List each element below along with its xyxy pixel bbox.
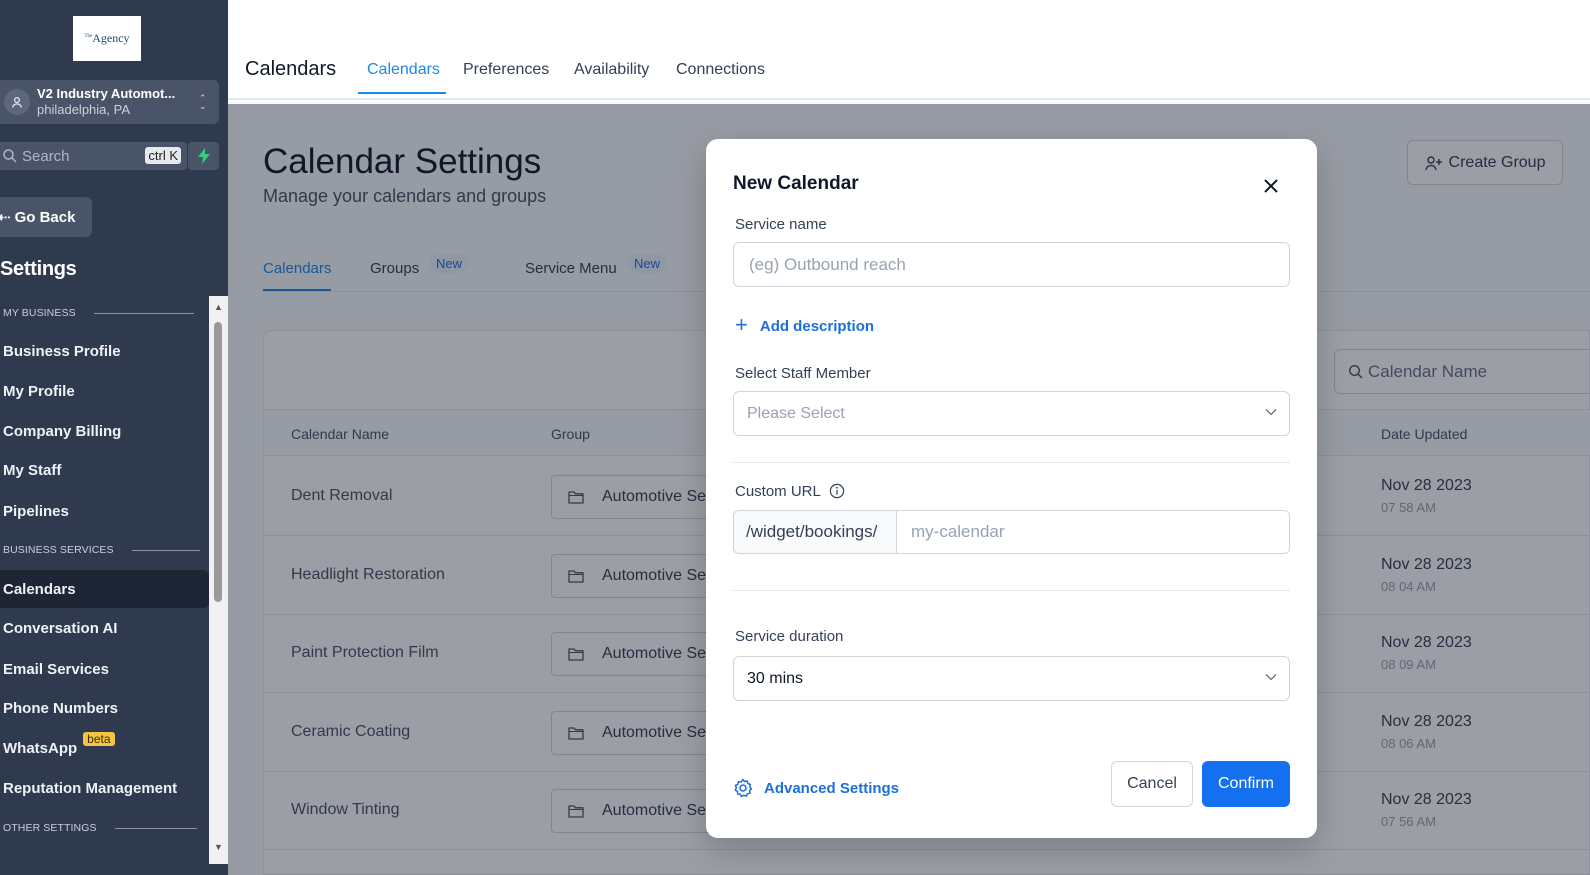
section-other-settings: OTHER SETTINGS [3, 822, 197, 834]
sidebar: TheAgency V2 Industry Automot... philade… [0, 0, 228, 875]
scroll-up-icon[interactable]: ▲ [214, 302, 223, 312]
confirm-button[interactable]: Confirm [1202, 761, 1290, 807]
section-my-business: MY BUSINESS [3, 307, 194, 319]
settings-title: Settings [0, 258, 77, 280]
active-tab-indicator [358, 92, 446, 94]
chevron-down-icon [1265, 674, 1277, 681]
search-icon [3, 149, 17, 163]
search-shortcut: ctrl K [145, 147, 181, 164]
sidebar-item-email-services[interactable]: Email Services [3, 661, 109, 678]
sidebar-scrollbar[interactable]: ▲ ▼ [209, 296, 228, 864]
tab-preferences[interactable]: Preferences [463, 61, 549, 79]
tab-availability[interactable]: Availability [574, 61, 649, 79]
go-back-label: Go Back [14, 208, 76, 226]
staff-member-label: Select Staff Member [735, 365, 871, 382]
sidebar-item-business-profile[interactable]: Business Profile [3, 343, 121, 360]
tab-calendars[interactable]: Calendars [367, 61, 440, 79]
account-switcher[interactable]: V2 Industry Automot... philadelphia, PA … [0, 80, 219, 124]
account-name: V2 Industry Automot... [37, 86, 176, 102]
add-description-label: Add description [759, 318, 875, 335]
url-prefix: /widget/bookings/ [734, 511, 897, 553]
sidebar-nav: MY BUSINESS Business Profile My Profile … [0, 296, 209, 875]
custom-url-label: Custom URL [735, 483, 821, 500]
add-description-button[interactable]: + Add description [735, 312, 875, 338]
beta-badge: beta [83, 732, 115, 746]
logo-text: TheAgency [84, 31, 130, 45]
new-calendar-modal: New Calendar Service name (eg) Outbound … [706, 139, 1317, 838]
sidebar-item-phone-numbers[interactable]: Phone Numbers [3, 700, 118, 717]
tab-connections[interactable]: Connections [676, 61, 765, 79]
section-business-services: BUSINESS SERVICES [3, 544, 200, 556]
search-placeholder: Search [22, 147, 70, 165]
close-icon[interactable] [1260, 175, 1282, 197]
advanced-settings-label: Advanced Settings [764, 779, 900, 797]
agency-logo[interactable]: TheAgency [73, 16, 141, 61]
divider [733, 462, 1290, 463]
sidebar-item-my-staff[interactable]: My Staff [3, 462, 61, 479]
service-duration-value: 30 mins [747, 669, 804, 687]
staff-member-select[interactable]: Please Select [733, 391, 1290, 436]
divider [733, 590, 1290, 591]
sidebar-item-pipelines[interactable]: Pipelines [3, 503, 69, 520]
quick-actions-button[interactable] [188, 142, 219, 170]
staff-member-placeholder: Please Select [747, 404, 845, 422]
scrollbar-thumb[interactable] [214, 322, 222, 602]
top-nav: Calendars Calendars Preferences Availabi… [228, 0, 1590, 100]
plus-icon: + [735, 312, 748, 337]
location-icon [4, 89, 30, 115]
lightning-icon [197, 148, 210, 164]
sidebar-item-label: Calendars [3, 580, 76, 598]
chevron-down-icon [1265, 409, 1277, 416]
modal-title: New Calendar [733, 173, 859, 194]
service-name-placeholder: (eg) Outbound reach [749, 254, 906, 274]
sidebar-item-label: WhatsApp [3, 740, 78, 757]
cancel-button[interactable]: Cancel [1111, 761, 1193, 807]
sidebar-item-conversation-ai[interactable]: Conversation AI [3, 620, 117, 637]
sidebar-item-calendars[interactable]: Calendars [0, 570, 209, 608]
service-duration-label: Service duration [735, 628, 844, 645]
sidebar-item-my-profile[interactable]: My Profile [3, 383, 75, 400]
service-duration-select[interactable]: 30 mins [733, 656, 1290, 701]
info-icon[interactable] [829, 483, 845, 499]
service-name-label: Service name [735, 216, 827, 233]
go-back-button[interactable]: ⇠ Go Back [0, 197, 92, 237]
custom-url-placeholder: my-calendar [911, 522, 1005, 541]
scroll-down-icon[interactable]: ▼ [214, 842, 223, 852]
sidebar-item-company-billing[interactable]: Company Billing [3, 423, 121, 440]
advanced-settings-button[interactable]: Advanced Settings [733, 778, 899, 798]
gear-icon [734, 778, 753, 798]
sidebar-item-whatsapp[interactable]: WhatsApp beta [3, 732, 115, 757]
page-header-title: Calendars [245, 58, 337, 80]
chevron-up-down-icon: ⌃ ⌄ [199, 93, 207, 111]
service-name-input[interactable]: (eg) Outbound reach [733, 242, 1290, 287]
account-location: philadelphia, PA [37, 102, 130, 117]
sidebar-search[interactable]: Search ctrl K [0, 142, 187, 170]
custom-url-field: /widget/bookings/ my-calendar [733, 510, 1290, 554]
custom-url-input[interactable]: my-calendar [897, 511, 1005, 553]
sidebar-item-reputation-management[interactable]: Reputation Management [3, 780, 177, 797]
arrow-left-icon: ⇠ [0, 209, 11, 226]
